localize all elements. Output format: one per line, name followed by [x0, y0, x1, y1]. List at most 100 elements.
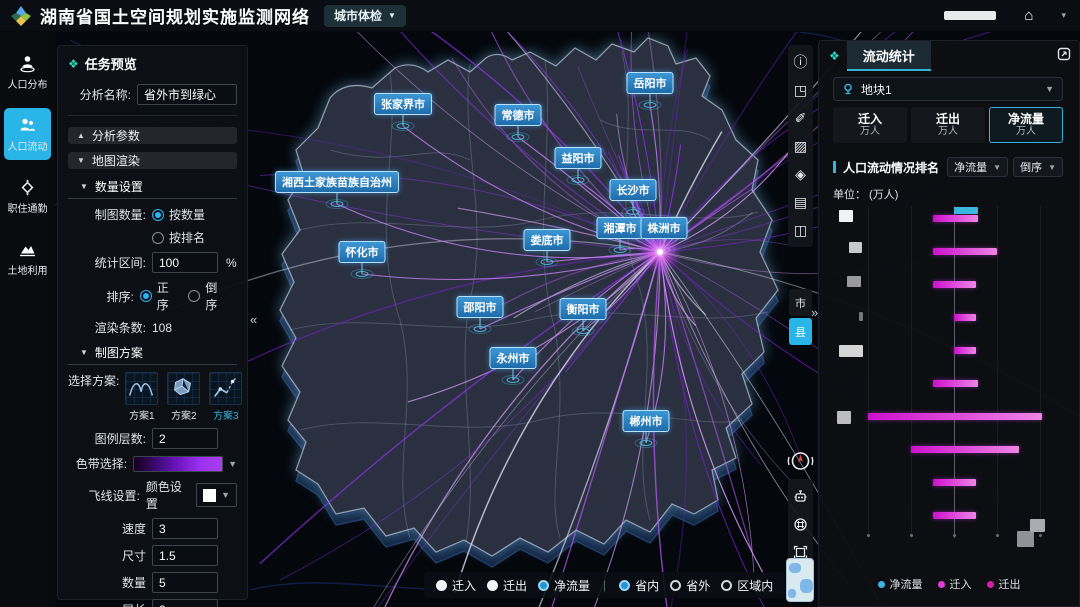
chart-bar-迁入[interactable] [933, 215, 978, 222]
radio-sort-desc[interactable]: 倒序 [188, 279, 223, 313]
sidebar-item-4[interactable]: 土地利用 [4, 232, 51, 284]
city-label-湘潭市[interactable]: 湘潭市 [597, 217, 644, 239]
chart-bar-迁入[interactable] [868, 413, 1042, 420]
region-option-区域内[interactable]: 区域内 [721, 577, 773, 594]
diamond-icon: ❖ [68, 57, 79, 71]
city-label-长沙市[interactable]: 长沙市 [610, 179, 657, 201]
subsection-plot-scheme[interactable]: ▼ 制图方案 [80, 344, 237, 361]
radio-icon [152, 209, 164, 221]
city-label-湘西土家族苗族自治州[interactable]: 湘西土家族苗族自治州 [275, 171, 399, 193]
city-label-衡阳市[interactable]: 衡阳市 [560, 298, 607, 320]
city-label-株洲市[interactable]: 株洲市 [641, 217, 688, 239]
metric-select[interactable]: 净流量 ▼ [947, 157, 1008, 177]
flyline-size-input[interactable] [152, 545, 218, 566]
info-icon[interactable]: ⓘ [788, 48, 813, 76]
subsection-quantity[interactable]: ▼ 数量设置 [80, 178, 237, 195]
chart-bar-迁入[interactable] [933, 479, 976, 486]
legend-list-icon[interactable]: ▤ [788, 188, 813, 216]
scheme-option-1[interactable]: 方案1 [125, 372, 158, 422]
radio-by-rank[interactable]: 按排名 [152, 229, 205, 246]
flow-option-净流量[interactable]: 净流量 [538, 577, 590, 594]
flow-panel-header: ❖ 流动统计 [819, 41, 1079, 71]
stat-range-input[interactable] [152, 252, 218, 273]
legend-dot [987, 581, 994, 588]
measure-ruler-icon[interactable]: ✐ [788, 104, 813, 132]
report-doc-icon[interactable]: ◫ [788, 216, 813, 244]
colorband-select[interactable] [133, 456, 223, 472]
city-label-张家界市[interactable]: 张家界市 [374, 93, 432, 115]
flow-option-迁入[interactable]: 迁入 [436, 577, 476, 594]
city-label-邵阳市[interactable]: 邵阳市 [457, 296, 504, 318]
radio-label: 按数量 [169, 206, 205, 223]
divider [68, 115, 237, 116]
chart-bar-迁入[interactable] [933, 248, 998, 255]
city-label-永州市[interactable]: 永州市 [490, 347, 537, 369]
city-label-益阳市[interactable]: 益阳市 [555, 147, 602, 169]
flyline-count-input[interactable] [152, 572, 218, 593]
flow-ranking-chart[interactable] [859, 206, 1064, 538]
region-option-省内[interactable]: 省内 [619, 577, 659, 594]
level-city-button[interactable]: 市 [789, 289, 812, 316]
area-select[interactable]: 地块1 ▼ [833, 77, 1063, 101]
chart-bar-迁入[interactable] [933, 281, 976, 288]
flow-option-label: 迁出 [503, 577, 527, 594]
sidebar-item-3[interactable]: 职住通勤 [4, 170, 51, 222]
area-hatch-icon[interactable]: ▨ [788, 132, 813, 160]
city-label-怀化市[interactable]: 怀化市 [339, 241, 386, 263]
level-county-button[interactable]: 县 [789, 318, 812, 345]
label-tag-icon[interactable]: ◈ [788, 160, 813, 188]
panel-export-icon[interactable] [1057, 47, 1071, 66]
axis-tick [867, 534, 870, 537]
order-select[interactable]: 倒序 ▼ [1013, 157, 1063, 177]
chart-bar-迁入[interactable] [954, 314, 976, 321]
flow-option-迁出[interactable]: 迁出 [487, 577, 527, 594]
header-caret-icon[interactable]: ▾ [1061, 10, 1066, 21]
sidebar-item-label: 土地利用 [8, 262, 48, 277]
city-label-常德市[interactable]: 常德市 [495, 104, 542, 126]
sidebar-item-label: 人口分布 [8, 76, 48, 91]
stat-tab-迁出[interactable]: 迁出万人 [911, 107, 985, 143]
flyline-tail-input[interactable] [152, 599, 218, 607]
city-label-娄底市[interactable]: 娄底市 [524, 229, 571, 251]
stat-tab-净流量[interactable]: 净流量万人 [989, 107, 1063, 143]
scheme-option-3[interactable]: 方案3 [209, 372, 242, 422]
tab-flow-stats[interactable]: 流动统计 [847, 41, 931, 71]
sidebar-item-1[interactable]: 人口分布 [4, 46, 51, 98]
city-label-郴州市[interactable]: 郴州市 [623, 410, 670, 432]
analysis-name-input[interactable] [137, 84, 237, 105]
section-analysis-params[interactable]: ▲ 分析参数 [68, 127, 237, 144]
section-map-render[interactable]: ▼ 地图渲染 [68, 152, 237, 169]
robot-icon[interactable] [788, 482, 813, 510]
collapse-left-icon[interactable]: « [250, 312, 257, 327]
legend-item-迁入[interactable]: 迁入 [938, 576, 972, 592]
flyline-color-select[interactable]: ▼ [196, 483, 237, 507]
sidebar-item-2[interactable]: 人口流动 [4, 108, 51, 160]
chart-gridline [911, 206, 912, 538]
compass-icon[interactable] [787, 448, 814, 474]
region-option-省外[interactable]: 省外 [670, 577, 710, 594]
legend-layers-input[interactable] [152, 428, 218, 449]
city-label-岳阳市[interactable]: 岳阳市 [627, 72, 674, 94]
locate-target-icon[interactable] [788, 510, 813, 538]
crop-select-icon[interactable]: ◳ [788, 76, 813, 104]
stat-tab-迁入[interactable]: 迁入万人 [833, 107, 907, 143]
chevron-down-icon: ▼ [77, 156, 85, 165]
module-selector[interactable]: 城市体检 ▼ [324, 5, 406, 27]
chart-bar-迁入[interactable] [911, 446, 1019, 453]
flyline-speed-input[interactable] [152, 518, 218, 539]
subsection-label: 制图方案 [95, 344, 143, 361]
scheme-options: 方案1 方案2 方案3 [125, 372, 242, 422]
legend-item-迁出[interactable]: 迁出 [987, 576, 1021, 592]
home-icon[interactable]: ⌂ [1024, 8, 1033, 23]
minimap-thumbnail[interactable] [786, 558, 814, 602]
chart-bar-迁入[interactable] [954, 347, 976, 354]
chart-bar-迁入[interactable] [933, 512, 976, 519]
radio-by-count[interactable]: 按数量 [152, 206, 205, 223]
chart-bar-净流量[interactable] [954, 207, 978, 214]
radio-sort-asc[interactable]: 正序 [140, 279, 175, 313]
subsection-label: 数量设置 [95, 178, 143, 195]
scheme-option-2[interactable]: 方案2 [167, 372, 200, 422]
scheme-thumbnail [125, 372, 158, 405]
chart-bar-迁入[interactable] [933, 380, 978, 387]
legend-item-净流量[interactable]: 净流量 [878, 576, 923, 592]
